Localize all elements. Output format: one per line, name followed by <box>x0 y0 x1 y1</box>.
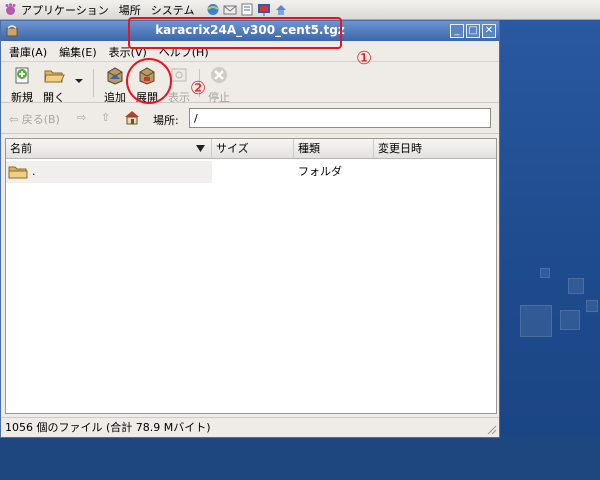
location-input[interactable] <box>189 108 491 128</box>
open-button[interactable]: 開く <box>39 65 69 105</box>
editor-launcher-icon[interactable] <box>240 3 254 16</box>
back-button-label: 戻る(B) <box>21 113 60 126</box>
row-type: フォルダ <box>298 165 342 178</box>
up-button[interactable]: ⇧ <box>101 111 110 124</box>
row-name: . <box>32 165 36 178</box>
minimize-button[interactable]: _ <box>450 24 464 38</box>
bottom-panel <box>0 438 600 480</box>
column-type[interactable]: 種類 <box>294 139 374 158</box>
row-modified <box>374 161 496 183</box>
stop-icon <box>211 67 227 83</box>
new-archive-icon <box>15 67 29 84</box>
status-bar: 1056 個のファイル (合計 78.9 Mバイト) <box>1 417 499 437</box>
view-file-icon <box>171 68 187 82</box>
row-name-cell: . <box>6 161 212 183</box>
desktop-decoration <box>560 310 580 330</box>
location-label: 場所: <box>153 114 179 127</box>
new-button-label: 新規 <box>11 91 33 104</box>
mail-launcher-icon[interactable] <box>223 3 237 16</box>
desktop-decoration <box>586 300 598 312</box>
applications-menu-label: アプリケーション <box>21 3 109 17</box>
gnome-foot-icon <box>5 3 16 15</box>
arrow-up-icon: ⇧ <box>101 111 111 124</box>
places-menu[interactable]: 場所 <box>119 2 141 18</box>
add-button[interactable]: 追加 <box>101 65 129 105</box>
column-name[interactable]: 名前 <box>6 139 212 158</box>
home-button[interactable] <box>123 109 141 128</box>
stop-button[interactable]: 停止 <box>205 65 233 105</box>
desktop-decoration <box>540 268 550 278</box>
status-text: 1056 個のファイル (合計 78.9 Mバイト) <box>5 421 211 434</box>
arrow-left-icon: ⇦ <box>9 113 19 126</box>
menu-archive[interactable]: 書庫(A) <box>9 44 47 60</box>
browser-launcher-icon[interactable] <box>206 3 220 16</box>
back-button[interactable]: ⇦ 戻る(B) <box>9 111 60 127</box>
close-button[interactable]: ✕ <box>482 24 496 38</box>
location-bar: ⇦ 戻る(B) ⇨ ⇧ 場所: <box>1 104 499 134</box>
column-name-label: 名前 <box>10 142 32 155</box>
add-button-label: 追加 <box>104 91 126 104</box>
open-recent-dropdown[interactable] <box>73 75 85 88</box>
forward-button[interactable]: ⇨ <box>77 111 86 124</box>
annotation-number-2: ② <box>190 78 207 99</box>
archive-manager-window: karacrix24A_v300_cent5.tgz _ □ ✕ 書庫(A) 編… <box>0 20 500 438</box>
extract-highlight-circle <box>126 58 172 104</box>
stop-button-label: 停止 <box>208 91 230 104</box>
maximize-button[interactable]: □ <box>466 24 480 38</box>
panel-launchers <box>206 3 288 16</box>
resize-grip-icon[interactable] <box>485 423 497 435</box>
open-folder-icon <box>44 70 65 83</box>
column-modified[interactable]: 変更日時 <box>374 139 496 158</box>
file-list: 名前 サイズ 種類 変更日時 . フォルダ <box>5 138 497 414</box>
applications-menu[interactable]: アプリケーション <box>4 2 109 18</box>
new-button[interactable]: 新規 <box>9 65 35 105</box>
home-icon <box>125 111 139 125</box>
network-launcher-icon[interactable] <box>274 3 288 16</box>
toolbar-separator <box>93 69 94 97</box>
menu-edit[interactable]: 編集(E) <box>59 44 97 60</box>
column-size[interactable]: サイズ <box>212 139 294 158</box>
title-highlight-rectangle <box>128 17 342 49</box>
list-header: 名前 サイズ 種類 変更日時 <box>6 139 496 159</box>
table-row[interactable]: . フォルダ <box>6 161 496 183</box>
toolbar: 新規 開く 追加 展開 表示 停止 <box>1 63 499 105</box>
sort-descending-icon <box>196 145 205 152</box>
desktop-decoration <box>520 305 552 337</box>
add-to-archive-icon <box>107 67 123 85</box>
open-button-label: 開く <box>43 91 65 104</box>
presentation-launcher-icon[interactable] <box>257 3 271 16</box>
desktop-decoration <box>568 278 584 294</box>
system-menu[interactable]: システム <box>151 2 195 18</box>
folder-icon <box>8 166 28 179</box>
arrow-right-icon: ⇨ <box>77 111 87 124</box>
row-size <box>212 161 294 183</box>
annotation-number-1: ① <box>356 48 373 69</box>
chevron-down-icon <box>75 79 83 83</box>
